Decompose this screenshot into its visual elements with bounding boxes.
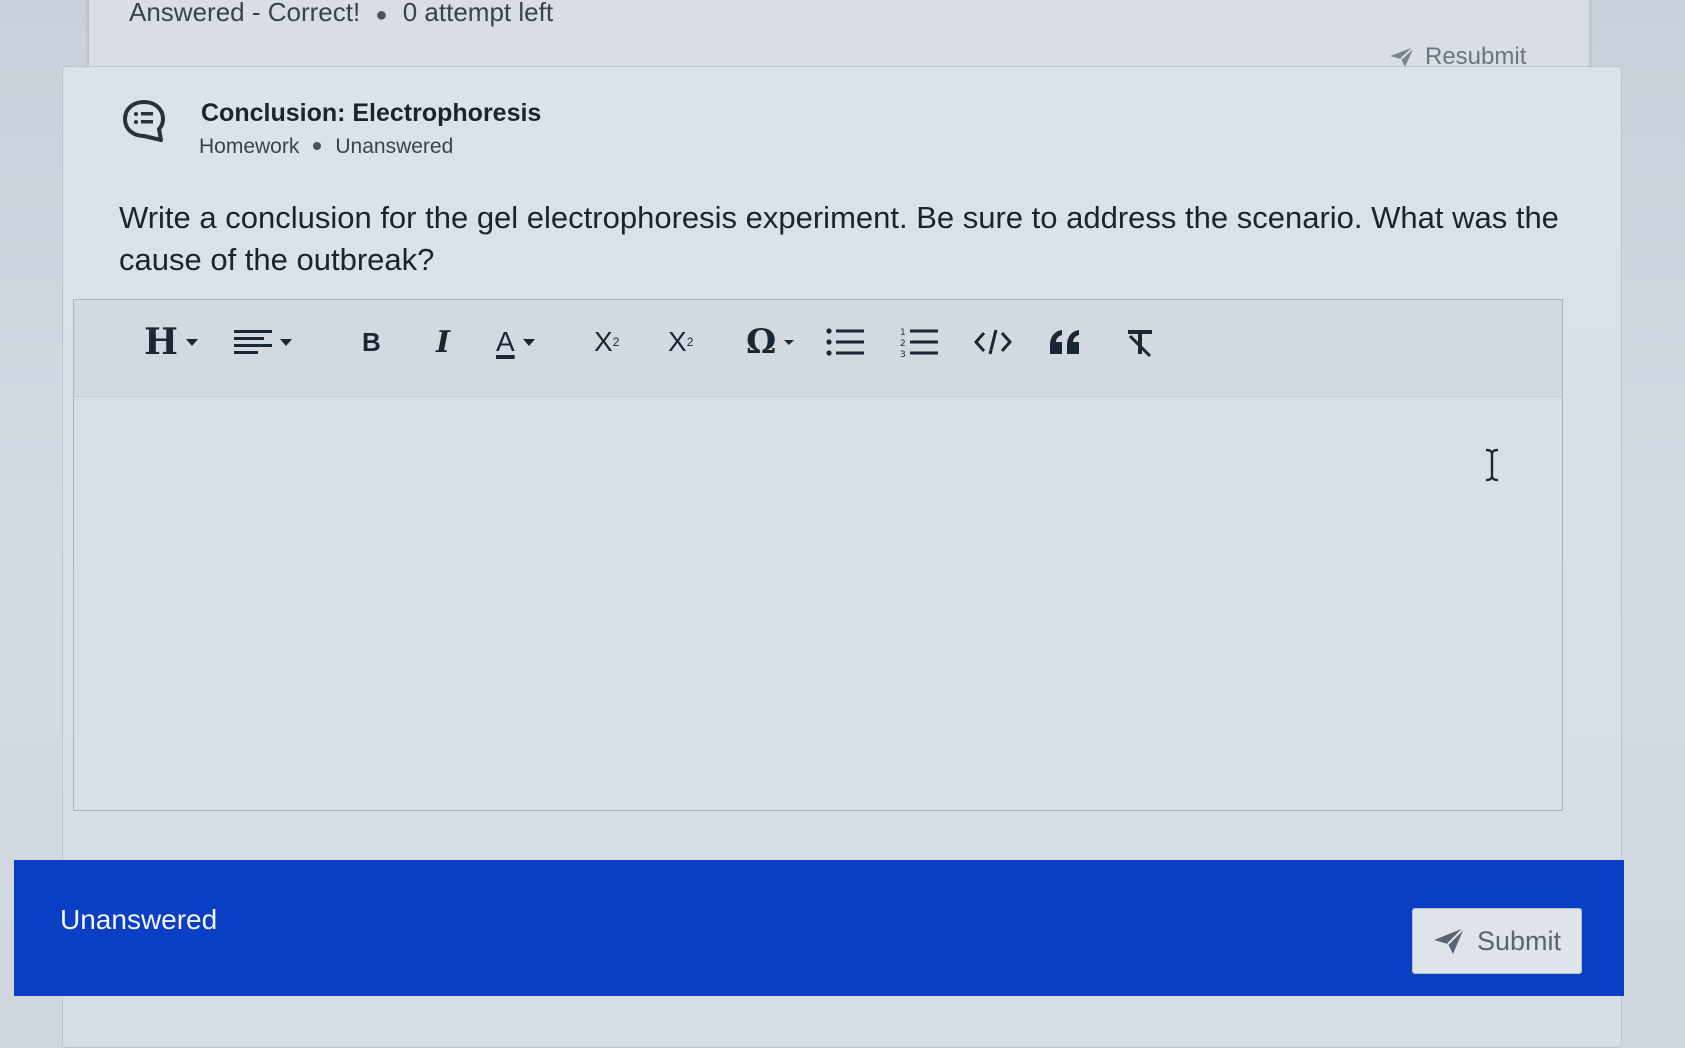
heading-icon: H — [144, 321, 179, 363]
separator-dot — [313, 142, 322, 150]
footer-status: Unanswered — [60, 904, 218, 935]
question-type: Homework — [199, 135, 300, 158]
footer-status-bar: Unanswered Submit — [14, 860, 1624, 996]
font-color-icon: A — [496, 326, 515, 357]
quote-icon — [1050, 330, 1079, 354]
question-meta: Homework Unanswered — [199, 135, 453, 159]
question-title: Conclusion: Electrophoresis — [201, 99, 542, 127]
submit-button[interactable]: Submit — [1412, 908, 1582, 974]
question-status: Unanswered — [335, 135, 454, 158]
chevron-down-icon — [784, 339, 795, 345]
discussion-icon — [123, 100, 165, 142]
bold-icon: B — [362, 326, 381, 357]
separator-dot: ● — [375, 4, 388, 26]
bulleted-list-button[interactable] — [826, 318, 864, 366]
text-cursor-icon — [1485, 448, 1499, 482]
italic-icon: I — [436, 324, 451, 360]
clear-formatting-button[interactable] — [1124, 318, 1156, 366]
bulleted-list-icon — [826, 328, 864, 356]
svg-text:2: 2 — [900, 339, 906, 349]
numbered-list-button[interactable]: 1 2 3 — [900, 318, 938, 366]
chevron-down-icon — [522, 338, 535, 346]
chevron-down-icon — [280, 338, 292, 346]
send-icon — [1433, 927, 1465, 954]
code-button[interactable] — [974, 318, 1012, 366]
subscript-button[interactable]: X2 — [594, 318, 619, 366]
submit-label: Submit — [1476, 925, 1562, 956]
code-icon — [974, 329, 1012, 355]
answer-text-area[interactable] — [74, 397, 1562, 810]
clear-formatting-icon — [1128, 330, 1152, 358]
svg-text:3: 3 — [900, 350, 906, 358]
send-icon — [1390, 46, 1415, 67]
rich-text-editor: H B I A X2 X2 Ω 1 2 3 — [73, 299, 1563, 811]
subscript-icon: X — [594, 326, 613, 357]
answer-status-text: Answered - Correct! — [129, 0, 361, 27]
align-left-icon — [234, 330, 272, 354]
numbered-list-icon: 1 2 3 — [900, 328, 938, 358]
question-prompt: Write a conclusion for the gel electroph… — [119, 200, 1559, 277]
blockquote-button[interactable] — [1048, 318, 1082, 366]
heading-dropdown[interactable]: H — [144, 318, 199, 366]
chevron-down-icon — [186, 338, 199, 346]
editor-toolbar: H B I A X2 X2 Ω 1 2 3 — [74, 300, 1562, 397]
bold-button[interactable]: B — [362, 318, 381, 366]
attempts-left-text: 0 attempt left — [402, 0, 554, 27]
special-character-dropdown[interactable]: Ω — [746, 318, 795, 366]
align-dropdown[interactable] — [234, 318, 292, 366]
previous-question-status: Answered - Correct! ● 0 attempt left — [129, 0, 553, 28]
italic-button[interactable]: I — [436, 318, 450, 366]
superscript-button[interactable]: X2 — [668, 318, 693, 366]
font-color-dropdown[interactable]: A — [496, 318, 535, 366]
omega-icon: Ω — [746, 322, 777, 362]
superscript-icon: X — [668, 326, 687, 357]
svg-text:1: 1 — [900, 328, 906, 338]
